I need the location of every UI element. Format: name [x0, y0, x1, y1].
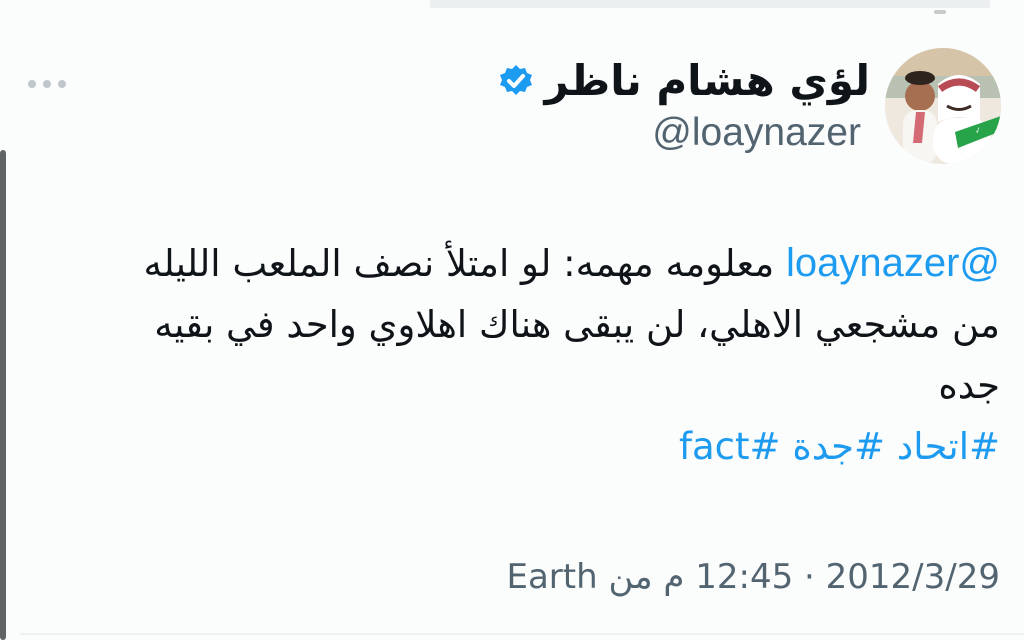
display-name-row[interactable]: لؤي هشام ناظر — [499, 52, 870, 110]
user-handle[interactable]: @loaynazer — [652, 111, 861, 155]
hashtag-fact[interactable]: #fact — [679, 425, 781, 468]
verified-badge-icon — [499, 64, 533, 98]
avatar[interactable]: ✓ — [885, 48, 1001, 164]
tweet-line-1: @loaynazer معلومه مهمه: لو امتلأ نصف الم… — [10, 233, 1000, 294]
meta-separator: · — [804, 557, 815, 597]
top-grip — [934, 10, 946, 14]
display-name[interactable]: لؤي هشام ناظر — [545, 60, 870, 102]
top-edge — [430, 0, 990, 8]
more-options-icon[interactable] — [28, 79, 66, 89]
mention-link[interactable]: @loaynazer — [786, 241, 1000, 285]
tweet-line-1-text: معلومه مهمه: لو امتلأ نصف الملعب الليله — [143, 242, 786, 285]
hashtag-jeddah[interactable]: #جدة — [792, 425, 885, 468]
tweet-metadata: 2012/3/29 · 12:45 م من Earth — [506, 557, 1000, 597]
location-prefix: من — [608, 557, 653, 597]
bottom-divider — [20, 633, 1024, 635]
scrollbar[interactable] — [0, 150, 6, 640]
more-dot — [58, 80, 66, 88]
tweet-card: ✓ لؤي هشام ناظر @loaynazer @loaynazer مع… — [0, 0, 1024, 640]
tweet-line-3: جده — [938, 364, 1000, 407]
tweet-date[interactable]: 2012/3/29 — [826, 557, 1000, 597]
more-dot — [28, 80, 36, 88]
tweet-location: Earth — [506, 557, 598, 597]
tweet-line-2: من مشجعي الاهلي، لن يبقى هناك اهلاوي واح… — [154, 303, 1000, 346]
hashtag-ittihad[interactable]: #اتحاد — [897, 425, 1000, 468]
tweet-time[interactable]: 12:45 م — [663, 557, 793, 597]
more-dot — [43, 80, 51, 88]
hashtags: #اتحاد #جدة #fact — [10, 416, 1000, 477]
tweet-text: @loaynazer معلومه مهمه: لو امتلأ نصف الم… — [10, 233, 1000, 477]
